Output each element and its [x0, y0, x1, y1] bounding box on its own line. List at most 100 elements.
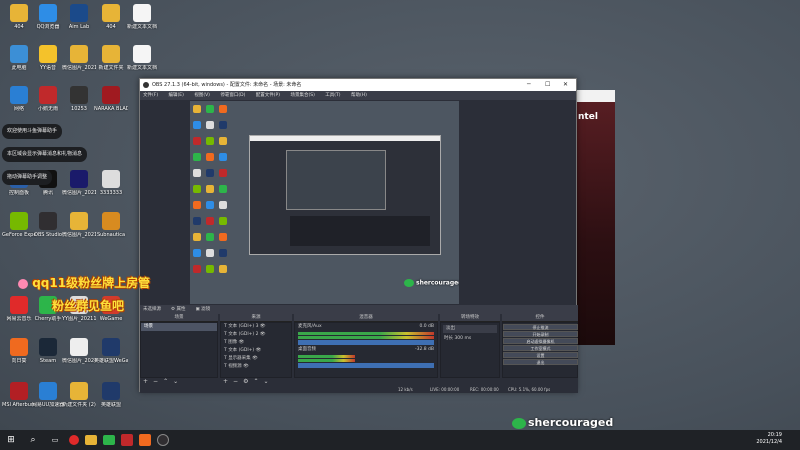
scene-item[interactable]: 场景 — [141, 323, 217, 331]
desktop-icon[interactable]: NARAKA BLADEPOI... — [94, 86, 128, 112]
minimize-icon[interactable]: ─ — [527, 79, 531, 91]
source-item[interactable]: T 文本 (GDI+) 3 👁 — [221, 323, 291, 331]
obs-window[interactable]: OBS 27.1.3 (64-bit, windows) - 配置文件: 未命名… — [139, 78, 578, 393]
desktop-icon[interactable]: 新建文本文档 — [125, 45, 159, 71]
desktop-icon[interactable]: 微信图片_2021102... — [62, 212, 96, 238]
source-item[interactable]: T 文本 (GDI+) 👁 — [221, 347, 291, 355]
desktop-icon[interactable]: 英雄联盟 — [94, 382, 128, 408]
app-icon — [10, 86, 28, 104]
rec-time: REC: 00:00:00 — [470, 387, 499, 392]
wechat-taskbar-icon[interactable] — [103, 435, 115, 445]
move-down-icon[interactable]: ⌄ — [173, 378, 178, 386]
obs-preview[interactable]: shercouraged — [190, 101, 459, 304]
wechat-icon — [512, 417, 526, 429]
menu-profile[interactable]: 配置文件(P) — [256, 93, 280, 98]
mirrored-desktop-icon — [193, 265, 201, 273]
source-item[interactable]: T 显示器采集 👁 — [221, 355, 291, 363]
gear-icon[interactable]: ⚙ — [243, 378, 248, 386]
source-item[interactable]: T 文本 (GDI+) 2 👁 — [221, 331, 291, 339]
menu-edit[interactable]: 编辑(E) — [169, 93, 184, 98]
desktop-icon[interactable]: 微信图片_2021102... — [62, 338, 96, 364]
desktop-icon[interactable]: 微信图片_2021102... — [62, 170, 96, 196]
obs-taskbar-icon[interactable] — [157, 434, 169, 446]
menu-file[interactable]: 文件(F) — [143, 93, 158, 98]
desktop-icon[interactable]: 10253 — [62, 86, 96, 112]
desktop-icon[interactable]: 新建文本文档 — [125, 4, 159, 30]
app-icon — [70, 382, 88, 400]
stop-streaming-button[interactable]: 停止推流 — [503, 324, 578, 330]
volume-slider[interactable] — [298, 340, 434, 345]
properties-button[interactable]: ⚙ 属性 — [171, 305, 185, 314]
move-up-icon[interactable]: ⌃ — [163, 378, 168, 386]
remove-icon[interactable]: − — [153, 378, 158, 386]
file-explorer-icon[interactable] — [85, 435, 97, 445]
desktop-icon-label: 微信图片_2021102... — [62, 190, 96, 196]
source-item[interactable]: T 图像 👁 — [221, 339, 291, 347]
desktop-icon[interactable]: QQ浏览器 — [31, 4, 65, 30]
desktop-icon[interactable]: 新建文件夹 — [94, 45, 128, 71]
scenes-dock: 场景 — [140, 322, 218, 378]
add-icon[interactable]: + — [143, 378, 148, 386]
filters-button[interactable]: ▣ 滤镜 — [195, 305, 210, 314]
desktop-icon-label: 新建文件夹 — [98, 65, 124, 71]
windows-start-icon[interactable]: ⊞ — [3, 432, 19, 448]
scenes-dock-title: 场景 — [140, 314, 218, 322]
move-down-icon[interactable]: ⌄ — [263, 378, 268, 386]
search-icon[interactable]: ⌕ — [25, 432, 41, 448]
taskview-icon[interactable]: ▭ — [47, 432, 63, 448]
studio-mode-button[interactable]: 工作室模式 — [503, 345, 578, 351]
streamer-watermark: shercouraged — [512, 416, 613, 429]
app-icon[interactable] — [121, 434, 133, 446]
app-icon — [10, 382, 28, 400]
desktop-icon[interactable]: 网易UU加速器 — [31, 382, 65, 408]
menu-scene-collection[interactable]: 场景集合(S) — [290, 93, 314, 98]
menu-docks[interactable]: 停靠窗口(D) — [220, 93, 245, 98]
transition-select[interactable]: 淡出 — [443, 325, 497, 333]
obs-titlebar[interactable]: OBS 27.1.3 (64-bit, windows) - 配置文件: 未命名… — [140, 79, 576, 91]
start-recording-button[interactable]: 开始录制 — [503, 331, 578, 337]
volume-slider[interactable] — [298, 363, 434, 368]
close-icon[interactable]: ✕ — [563, 79, 568, 91]
desktop-icon[interactable]: 英雄联盟WeGame版 — [94, 338, 128, 364]
move-up-icon[interactable]: ⌃ — [253, 378, 258, 386]
desktop-icon[interactable]: 新建文件夹 (2) — [62, 382, 96, 408]
add-icon[interactable]: + — [223, 378, 228, 386]
menu-tools[interactable]: 工具(T) — [325, 93, 340, 98]
desktop-icon[interactable]: Aim Lab — [62, 4, 96, 30]
remove-icon[interactable]: − — [233, 378, 238, 386]
desktop-icon[interactable]: Steam — [31, 338, 65, 364]
desktop-icon-label: 3333333 — [99, 190, 123, 196]
desktop-icon[interactable]: 404 — [94, 4, 128, 30]
netease-music-icon[interactable] — [69, 435, 79, 445]
mirrored-desktop-icon — [193, 169, 201, 177]
desktop-icon-label: 英雄联盟 — [100, 402, 121, 408]
app-icon[interactable] — [139, 434, 151, 446]
desktop-icon[interactable]: 3333333 — [94, 170, 128, 196]
app-icon — [70, 4, 88, 22]
obs-statusbar: 12 kb/s LIVE: 00:00:00 REC: 00:00:00 CPU… — [140, 387, 578, 393]
source-item[interactable]: T 视频源 👁 — [221, 363, 291, 371]
app-icon — [102, 45, 120, 63]
mirrored-desktop-icon — [219, 265, 227, 273]
desktop-icon[interactable]: 小鹅无雨 — [31, 86, 65, 112]
source-toolbar: 未选择源 ⚙ 属性 ▣ 滤镜 — [140, 305, 578, 314]
volume-meter — [298, 332, 434, 335]
transition-duration[interactable]: 时长 300 ms — [441, 335, 499, 343]
desktop-icon[interactable]: Subnautica — [94, 212, 128, 238]
desktop-icon[interactable]: OBS Studio — [31, 212, 65, 238]
virtual-camera-button[interactable]: 启动虚拟摄像机 — [503, 338, 578, 344]
danmu-bubble: 拖动弹幕助手调整 — [2, 170, 53, 185]
desktop-icon[interactable]: YY语音 — [31, 45, 65, 71]
menu-help[interactable]: 帮助(H) — [351, 93, 367, 98]
menu-view[interactable]: 视图(V) — [194, 93, 210, 98]
exit-button[interactable]: 退出 — [503, 359, 578, 365]
desktop-icon[interactable]: 微信图片_2021102... — [62, 45, 96, 71]
desktop-icon-label: 微信图片_2021102... — [62, 358, 96, 364]
desktop-icon-label: QQ浏览器 — [36, 24, 60, 30]
obs-menubar: 文件(F) 编辑(E) 视图(V) 停靠窗口(D) 配置文件(P) 场景集合(S… — [140, 91, 576, 100]
mirrored-desktop-icon — [219, 137, 227, 145]
maximize-icon[interactable]: ☐ — [545, 79, 550, 91]
settings-button[interactable]: 设置 — [503, 352, 578, 358]
mixer-dock: 麦克风/Aux 0.0 dB 桌面音频 -32.8 dB — [294, 322, 438, 378]
system-tray[interactable]: 20:19 2021/12/4 — [756, 432, 782, 446]
